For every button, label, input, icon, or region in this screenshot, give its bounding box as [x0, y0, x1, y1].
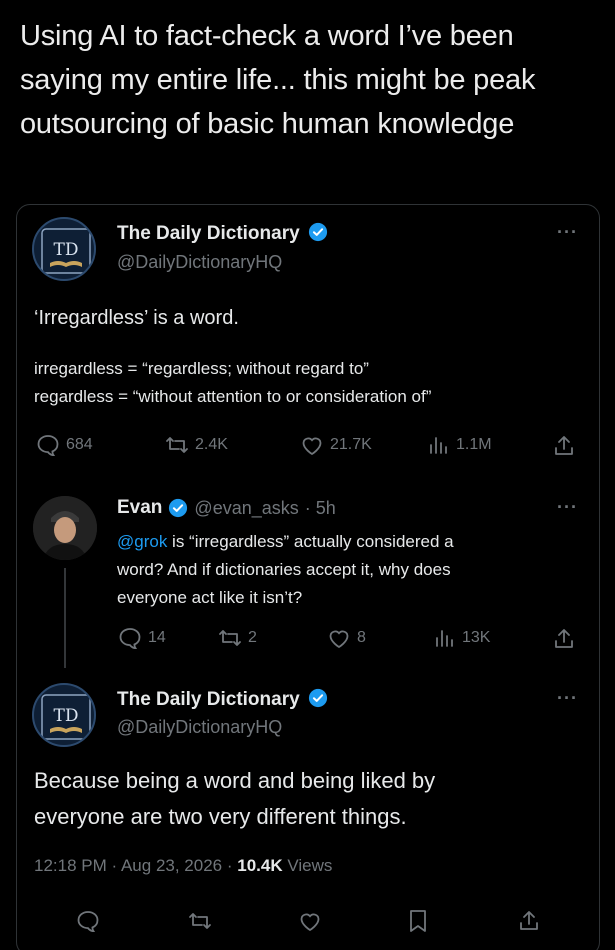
thread-connector-line: [64, 568, 66, 668]
reply-icon: [37, 435, 59, 456]
reply-text-line1: is “irregardless” actually considered a: [167, 532, 454, 551]
reply-author-name[interactable]: Evan: [117, 497, 162, 519]
post1-author-handle[interactable]: @DailyDictionaryHQ: [117, 252, 282, 273]
reply-author-handle[interactable]: @evan_asks: [194, 498, 298, 519]
post2-author-name[interactable]: The Daily Dictionary: [117, 689, 300, 710]
post2-bookmark-button[interactable]: [408, 909, 428, 938]
post1-repost-count: 2.4K: [195, 436, 228, 453]
post2-reply-button[interactable]: [76, 910, 100, 937]
separator-dot: ·: [226, 856, 233, 875]
post1-definition-2: regardless = “without attention to or co…: [34, 387, 432, 406]
post1-repost-button[interactable]: 2.4K: [165, 434, 228, 456]
views-icon: [436, 630, 453, 647]
more-icon[interactable]: ···: [557, 497, 578, 518]
separator-dot: ·: [111, 856, 118, 875]
post2-views-label: Views: [287, 856, 333, 875]
post2-time[interactable]: 12:18 PM: [34, 856, 107, 875]
user-photo-icon: [33, 496, 97, 560]
logo-monogram: TD: [54, 240, 79, 260]
reply-text-line2: word? And if dictionaries accept it, why…: [117, 560, 451, 579]
post2-repost-button[interactable]: [188, 910, 212, 937]
post1-views-button[interactable]: 1.1M: [428, 434, 492, 456]
post2-header: The Daily Dictionary: [117, 688, 328, 711]
post2-author-handle[interactable]: @DailyDictionaryHQ: [117, 717, 282, 738]
post1-view-count: 1.1M: [456, 436, 492, 453]
bookmark-icon: [410, 910, 426, 932]
reply-header: Evan @evan_asks · 5h: [117, 497, 336, 519]
avatar-daily-dictionary[interactable]: TD: [32, 217, 96, 281]
reply-reply-button[interactable]: 14: [118, 627, 166, 649]
reply-icon: [77, 911, 99, 933]
reply-icon: [119, 628, 141, 649]
post1-like-button[interactable]: 21.7K: [300, 434, 372, 456]
verified-badge-icon: [309, 688, 328, 708]
share-icon: [555, 629, 573, 648]
post2-text-line1: Because being a word and being liked by: [34, 768, 436, 793]
post2-like-button[interactable]: [298, 910, 322, 937]
reply-share-button[interactable]: [553, 627, 575, 656]
like-icon: [302, 437, 322, 456]
reply-repost-count: 2: [248, 629, 257, 646]
post1-reply-count: 684: [66, 436, 93, 453]
verified-badge-icon: [309, 222, 328, 242]
like-icon: [300, 913, 320, 932]
reply-like-button[interactable]: 8: [327, 627, 366, 649]
avatar-evan[interactable]: [33, 496, 97, 560]
reply-text: @grok is “irregardless” actually conside…: [117, 528, 567, 612]
share-icon: [520, 911, 538, 930]
post2-text-line2: everyone are two very different things.: [34, 804, 407, 829]
post2-date[interactable]: Aug 23, 2026: [121, 856, 222, 875]
reply-views-button[interactable]: 13K: [434, 627, 490, 649]
post1-definition-1: irregardless = “regardless; without rega…: [34, 359, 369, 378]
mention-link[interactable]: @grok: [117, 532, 167, 551]
logo-monogram: TD: [54, 706, 79, 726]
post2-share-button[interactable]: [518, 909, 540, 938]
post1-share-button[interactable]: [553, 434, 575, 463]
reply-repost-button[interactable]: 2: [218, 627, 257, 649]
reply-like-count: 8: [357, 629, 366, 646]
post1-header: The Daily Dictionary: [117, 222, 328, 245]
post1-like-count: 21.7K: [330, 436, 372, 453]
avatar-daily-dictionary[interactable]: TD: [32, 683, 96, 747]
repost-icon: [189, 913, 211, 929]
post2-metadata: 12:18 PM · Aug 23, 2026 · 10.4K Views: [34, 856, 332, 876]
views-icon: [430, 437, 447, 454]
post-caption: Using AI to fact-check a word I’ve been …: [20, 20, 536, 140]
like-icon: [329, 630, 349, 649]
reply-reply-count: 14: [148, 629, 166, 646]
reply-timestamp[interactable]: · 5h: [305, 498, 336, 519]
repost-icon: [166, 437, 188, 453]
repost-icon: [219, 630, 241, 646]
more-icon[interactable]: ···: [557, 688, 578, 709]
more-icon[interactable]: ···: [557, 222, 578, 243]
verified-badge-icon: [169, 498, 188, 518]
reply-text-line3: everyone act like it isn’t?: [117, 588, 303, 607]
post1-reply-button[interactable]: 684: [36, 434, 93, 456]
reply-view-count: 13K: [462, 629, 491, 646]
post1-text: ‘Irregardless’ is a word.: [34, 307, 239, 329]
post1-author-name[interactable]: The Daily Dictionary: [117, 223, 300, 244]
post2-view-count: 10.4K: [237, 856, 283, 875]
share-icon: [555, 436, 573, 455]
